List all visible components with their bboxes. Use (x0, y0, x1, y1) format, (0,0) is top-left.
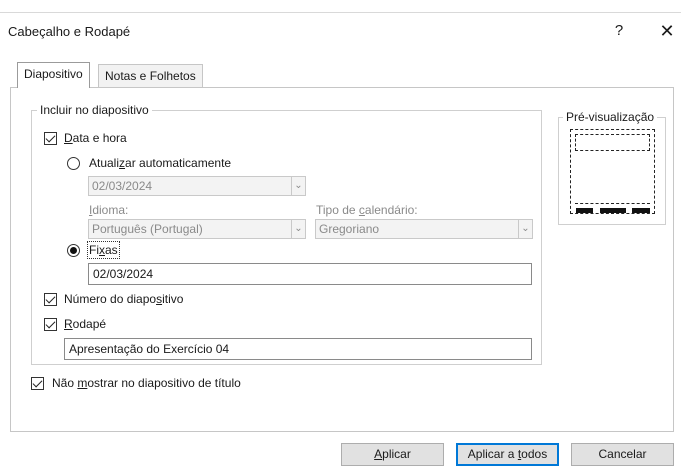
help-button[interactable]: ? (608, 20, 630, 42)
titlebar-divider (0, 12, 681, 13)
slide-number-label[interactable]: Número do diapositivo (64, 292, 183, 306)
fixed-label[interactable]: Fixas (87, 241, 120, 259)
preview-number-placeholder (632, 208, 650, 213)
preview-legend: Pré-visualização (563, 110, 658, 124)
dont-show-on-title-label[interactable]: Não mostrar no diapositivo de título (52, 376, 241, 390)
chevron-down-icon: ⌄ (291, 220, 305, 238)
dont-show-on-title-checkbox[interactable] (31, 377, 44, 390)
auto-update-radio[interactable] (67, 157, 80, 170)
auto-update-label[interactable]: Atualizar automaticamente (89, 156, 231, 170)
cancel-button[interactable]: Cancelar (571, 443, 674, 466)
dialog-title: Cabeçalho e Rodapé (8, 24, 131, 39)
footer-checkbox[interactable] (44, 318, 57, 331)
tab-notas-e-folhetos[interactable]: Notas e Folhetos (98, 64, 203, 88)
chevron-down-icon: ⌄ (291, 177, 305, 195)
slide-number-checkbox[interactable] (44, 293, 57, 306)
footer-text-input[interactable]: Apresentação do Exercício 04 (64, 338, 532, 360)
date-time-checkbox[interactable] (44, 132, 57, 145)
auto-date-value: 02/03/2024 (92, 179, 153, 193)
close-icon[interactable]: ✕ (656, 20, 678, 42)
preview-footer-placeholder (600, 208, 626, 213)
language-label: Idioma: (89, 203, 129, 217)
footer-label[interactable]: Rodapé (64, 317, 106, 331)
preview-title-placeholder (575, 134, 650, 151)
language-value: Português (Portugal) (92, 222, 203, 236)
date-time-label[interactable]: Data e hora (64, 131, 127, 145)
fixed-date-input[interactable]: 02/03/2024 (88, 263, 532, 285)
tab-label: Diapositivo (24, 67, 83, 81)
calendar-select[interactable]: Gregoriano ⌄ (315, 219, 533, 239)
language-select[interactable]: Português (Portugal) ⌄ (88, 219, 306, 239)
calendar-value: Gregoriano (319, 222, 380, 236)
apply-button[interactable]: Aplicar (341, 443, 444, 466)
calendar-label: Tipo de calendário: (316, 203, 418, 217)
fixed-radio[interactable] (67, 244, 80, 257)
preview-date-placeholder (576, 208, 593, 213)
chevron-down-icon: ⌄ (518, 220, 532, 238)
apply-all-button[interactable]: Aplicar a todos (456, 443, 559, 466)
auto-date-select[interactable]: 02/03/2024 ⌄ (88, 176, 306, 196)
tab-label: Notas e Folhetos (105, 69, 196, 83)
tab-diapositivo[interactable]: Diapositivo (17, 62, 90, 88)
preview-footer-guide (575, 203, 650, 204)
include-group-legend: Incluir no diapositivo (37, 103, 152, 117)
